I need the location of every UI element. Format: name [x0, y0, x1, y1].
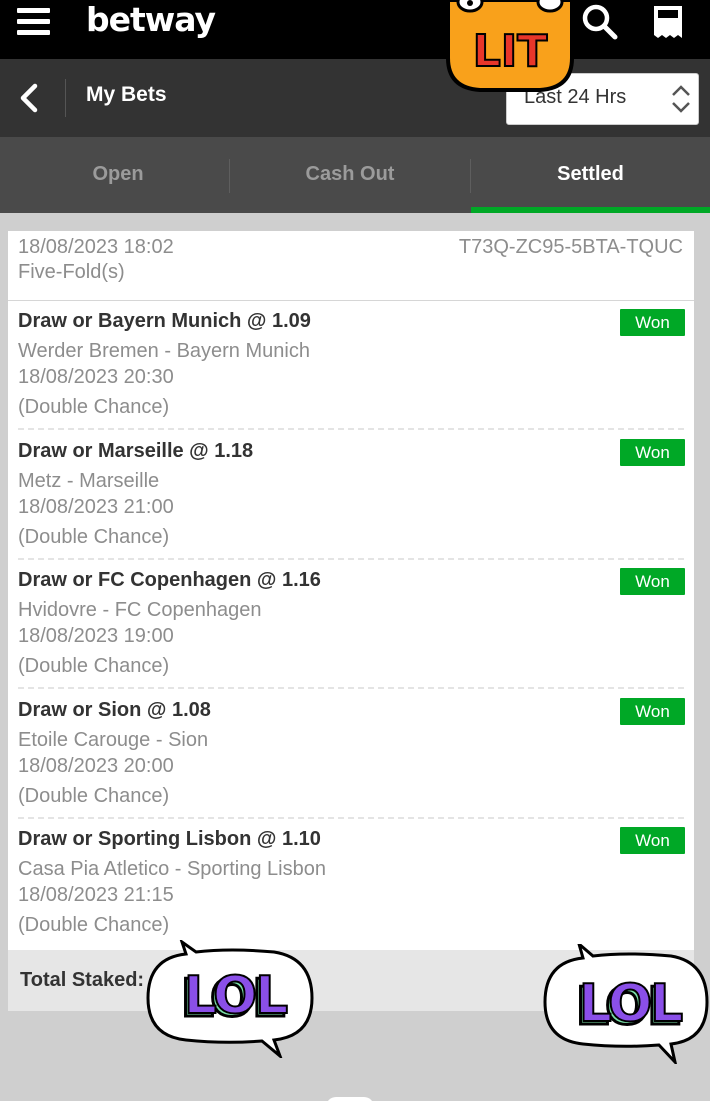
lol-sticker-text-shadow: LOL: [579, 974, 682, 1034]
hamburger-menu-icon[interactable]: [17, 8, 50, 36]
bet-reference: T73Q-ZC95-5BTA-TQUC: [458, 236, 683, 258]
leg-time: 18/08/2023 21:15: [18, 884, 174, 906]
bet-leg: Draw or Sion @ 1.08 Etoile Carouge - Sio…: [18, 690, 685, 819]
leg-time: 18/08/2023 20:30: [18, 366, 174, 388]
bet-leg: Draw or FC Copenhagen @ 1.16 Hvidovre - …: [18, 560, 685, 689]
won-badge: Won: [620, 698, 685, 725]
won-badge: Won: [620, 439, 685, 466]
settled-bet-card[interactable]: 18/08/2023 18:02 Five-Fold(s) T73Q-ZC95-…: [8, 231, 694, 1011]
page-title: My Bets: [86, 83, 167, 106]
leg-match: Casa Pia Atletico - Sporting Lisbon: [18, 858, 326, 880]
leg-market: (Double Chance): [18, 526, 170, 548]
lol-sticker: LOL LOL: [543, 944, 709, 1064]
leg-time: 18/08/2023 20:00: [18, 755, 174, 777]
chevron-left-icon[interactable]: [16, 81, 44, 115]
lit-sticker-text: LIT: [473, 26, 547, 77]
lol-sticker-text-shadow: LOL: [184, 966, 287, 1026]
bet-leg: Draw or Marseille @ 1.18 Metz - Marseill…: [18, 431, 685, 560]
bet-tabs: Open Cash Out Settled: [0, 137, 710, 213]
leg-selection: Draw or FC Copenhagen @ 1.16: [18, 569, 321, 591]
won-badge: Won: [620, 568, 685, 595]
lol-sticker: LOL LOL: [146, 940, 314, 1058]
active-tab-indicator: [471, 207, 710, 213]
leg-match: Hvidovre - FC Copenhagen: [18, 599, 262, 621]
lit-sticker: LIT: [446, 0, 574, 92]
bottom-handle: [326, 1097, 374, 1101]
bet-leg: Draw or Sporting Lisbon @ 1.10 Casa Pia …: [18, 819, 685, 948]
leg-selection: Draw or Sporting Lisbon @ 1.10: [18, 828, 321, 850]
won-badge: Won: [620, 827, 685, 854]
leg-selection: Draw or Sion @ 1.08: [18, 699, 211, 721]
bet-type: Five-Fold(s): [18, 261, 125, 283]
leg-selection: Draw or Bayern Munich @ 1.09: [18, 310, 311, 332]
leg-match: Metz - Marseille: [18, 470, 160, 492]
search-icon[interactable]: [580, 2, 620, 42]
leg-market: (Double Chance): [18, 396, 170, 418]
tab-cash-out[interactable]: Cash Out: [232, 137, 468, 213]
bet-leg: Draw or Bayern Munich @ 1.09 Werder Brem…: [18, 301, 685, 430]
tab-separator: [229, 159, 230, 193]
bet-placed-date: 18/08/2023 18:02: [18, 236, 174, 258]
leg-match: Etoile Carouge - Sion: [18, 729, 209, 751]
betway-logo[interactable]: betway: [86, 0, 216, 40]
leg-market: (Double Chance): [18, 655, 170, 677]
total-staked-label: Total Staked:: [20, 969, 145, 991]
won-badge: Won: [620, 309, 685, 336]
leg-time: 18/08/2023 19:00: [18, 625, 174, 647]
leg-selection: Draw or Marseille @ 1.18: [18, 440, 254, 462]
header-divider: [65, 79, 66, 117]
leg-match: Werder Bremen - Bayern Munich: [18, 340, 310, 362]
betslip-icon[interactable]: [652, 4, 684, 40]
bet-card-header: 18/08/2023 18:02 Five-Fold(s) T73Q-ZC95-…: [8, 231, 694, 301]
leg-time: 18/08/2023 21:00: [18, 496, 174, 518]
top-navigation-bar: betway: [0, 0, 710, 59]
leg-market: (Double Chance): [18, 914, 170, 936]
tab-settled[interactable]: Settled: [471, 137, 710, 213]
leg-market: (Double Chance): [18, 785, 170, 807]
updown-chevron-icon: [672, 85, 690, 113]
tab-open[interactable]: Open: [0, 137, 236, 213]
